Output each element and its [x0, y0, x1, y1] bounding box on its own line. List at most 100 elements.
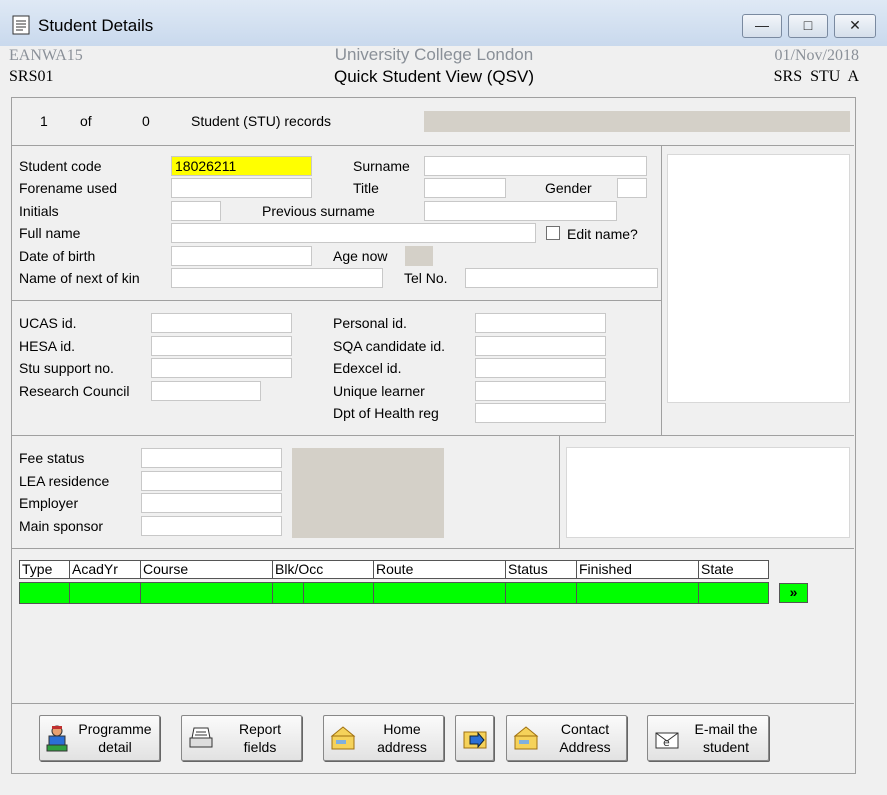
sponsor-label: Main sponsor — [19, 518, 104, 534]
column-header[interactable]: Blk/Occ — [272, 560, 374, 579]
divider — [559, 436, 560, 548]
table-cell[interactable] — [69, 582, 141, 604]
tel-label: Tel No. — [404, 270, 448, 286]
dpt-health-field[interactable] — [475, 403, 606, 423]
surname-label: Surname — [353, 158, 410, 174]
full-name-field[interactable] — [171, 223, 536, 243]
sponsor-field[interactable] — [141, 516, 282, 536]
table-cell[interactable] — [576, 582, 699, 604]
edexcel-field[interactable] — [475, 358, 606, 378]
lea-field[interactable] — [141, 471, 282, 491]
double-chevron-right-icon: » — [789, 584, 798, 600]
programme-detail-button[interactable]: Programme detail — [39, 715, 160, 761]
initials-field[interactable] — [171, 201, 221, 221]
minimize-icon: — — [755, 17, 769, 33]
table-cell[interactable] — [505, 582, 577, 604]
employer-label: Employer — [19, 495, 79, 511]
table-cell[interactable] — [19, 582, 70, 604]
previous-surname-field[interactable] — [424, 201, 617, 221]
next-of-kin-label: Name of next of kin — [19, 270, 140, 286]
surname-field[interactable] — [424, 156, 647, 176]
student-icon — [46, 725, 68, 752]
hesa-field[interactable] — [151, 336, 292, 356]
stu-support-label: Stu support no. — [19, 360, 114, 376]
home-address-button[interactable]: Home address — [323, 715, 444, 761]
divider — [12, 145, 854, 146]
email-student-label-1: E-mail the — [694, 721, 758, 737]
window-title-bar: Student Details — □ ✕ — [0, 0, 887, 46]
programme-detail-label-1: Programme — [78, 721, 152, 737]
fee-status-field[interactable] — [141, 448, 282, 468]
table-cell[interactable] — [373, 582, 506, 604]
maximize-button[interactable]: □ — [788, 14, 828, 38]
forward-address-button[interactable] — [455, 715, 494, 761]
more-columns-button[interactable]: » — [779, 583, 808, 603]
report-fields-label-2: fields — [243, 739, 277, 755]
edit-name-checkbox[interactable] — [546, 226, 560, 240]
email-icon: e — [655, 732, 679, 749]
dob-field[interactable] — [171, 246, 312, 266]
previous-surname-label: Previous surname — [262, 203, 375, 219]
close-icon: ✕ — [849, 17, 861, 33]
full-name-label: Full name — [19, 225, 81, 241]
date-display: 01/Nov/2018 — [774, 47, 859, 64]
record-status-bar — [424, 111, 850, 132]
document-icon — [12, 15, 30, 35]
unique-learner-field[interactable] — [475, 381, 606, 401]
initials-label: Initials — [19, 203, 59, 219]
title-label: Title — [353, 180, 379, 196]
minimize-button[interactable]: — — [742, 14, 782, 38]
column-header[interactable]: Status — [505, 560, 577, 579]
email-student-button[interactable]: e E-mail the student — [647, 715, 769, 761]
student-code-label: Student code — [19, 158, 102, 174]
report-fields-label-1: Report — [238, 721, 282, 737]
contact-address-button[interactable]: Contact Address — [506, 715, 627, 761]
student-code-field[interactable]: 18026211 — [171, 156, 312, 176]
stu-support-field[interactable] — [151, 358, 292, 378]
column-header[interactable]: Route — [373, 560, 506, 579]
dpt-health-label: Dpt of Health reg — [333, 405, 439, 421]
page-title: Quick Student View (QSV) — [334, 67, 534, 86]
record-current: 1 — [40, 113, 48, 129]
table-cell[interactable] — [140, 582, 273, 604]
forename-field[interactable] — [171, 178, 312, 198]
contact-address-label-2: Address — [559, 739, 611, 755]
close-button[interactable]: ✕ — [834, 14, 876, 38]
svg-text:e: e — [663, 736, 670, 749]
sqa-label: SQA candidate id. — [333, 338, 446, 354]
edit-name-label: Edit name? — [567, 226, 638, 242]
next-of-kin-field[interactable] — [171, 268, 383, 288]
gender-label: Gender — [545, 180, 592, 196]
tel-field[interactable] — [465, 268, 658, 288]
lea-label: LEA residence — [19, 473, 110, 489]
email-student-label-2: student — [703, 739, 749, 755]
sqa-field[interactable] — [475, 336, 606, 356]
gender-field[interactable] — [617, 178, 647, 198]
table-cell[interactable] — [303, 582, 374, 604]
contact-address-label-1: Contact — [560, 721, 610, 737]
divider — [12, 703, 854, 704]
column-header[interactable]: Finished — [576, 560, 699, 579]
title-field[interactable] — [424, 178, 506, 198]
column-header[interactable]: Type — [19, 560, 70, 579]
ucas-label: UCAS id. — [19, 315, 77, 331]
employer-field[interactable] — [141, 493, 282, 513]
age-field — [405, 246, 433, 266]
column-header[interactable]: Course — [140, 560, 273, 579]
ucas-field[interactable] — [151, 313, 292, 333]
programme-detail-label-2: detail — [98, 739, 132, 755]
column-header[interactable]: State — [698, 560, 769, 579]
column-header[interactable]: AcadYr — [69, 560, 141, 579]
printer-icon — [189, 727, 213, 748]
unique-learner-label: Unique learner — [333, 383, 425, 399]
edexcel-label: Edexcel id. — [333, 360, 402, 376]
home-address-label-1: Home — [383, 721, 421, 737]
table-cell[interactable] — [698, 582, 769, 604]
records-label: Student (STU) records — [191, 113, 332, 129]
table-cell[interactable] — [272, 582, 304, 604]
age-label: Age now — [333, 248, 388, 264]
module-code: SRS STU A — [773, 68, 859, 85]
research-council-field[interactable] — [151, 381, 261, 401]
personal-id-field[interactable] — [475, 313, 606, 333]
report-fields-button[interactable]: Report fields — [181, 715, 302, 761]
